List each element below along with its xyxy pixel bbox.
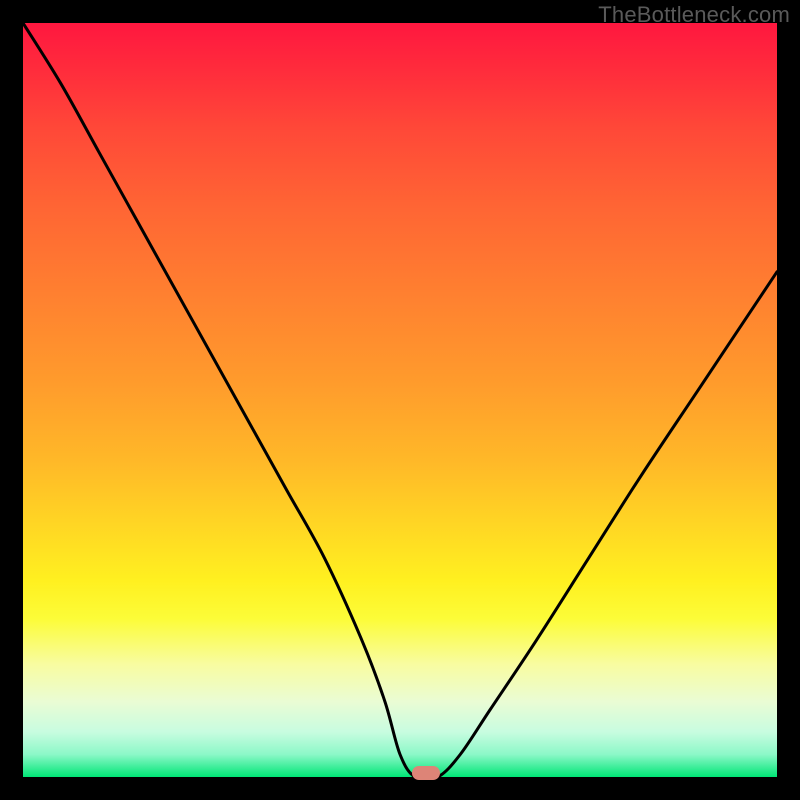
bottleneck-curve — [23, 23, 777, 777]
watermark-text: TheBottleneck.com — [598, 2, 790, 28]
optimal-point-marker — [412, 766, 440, 780]
chart-plot-area — [23, 23, 777, 777]
chart-frame: TheBottleneck.com — [0, 0, 800, 800]
